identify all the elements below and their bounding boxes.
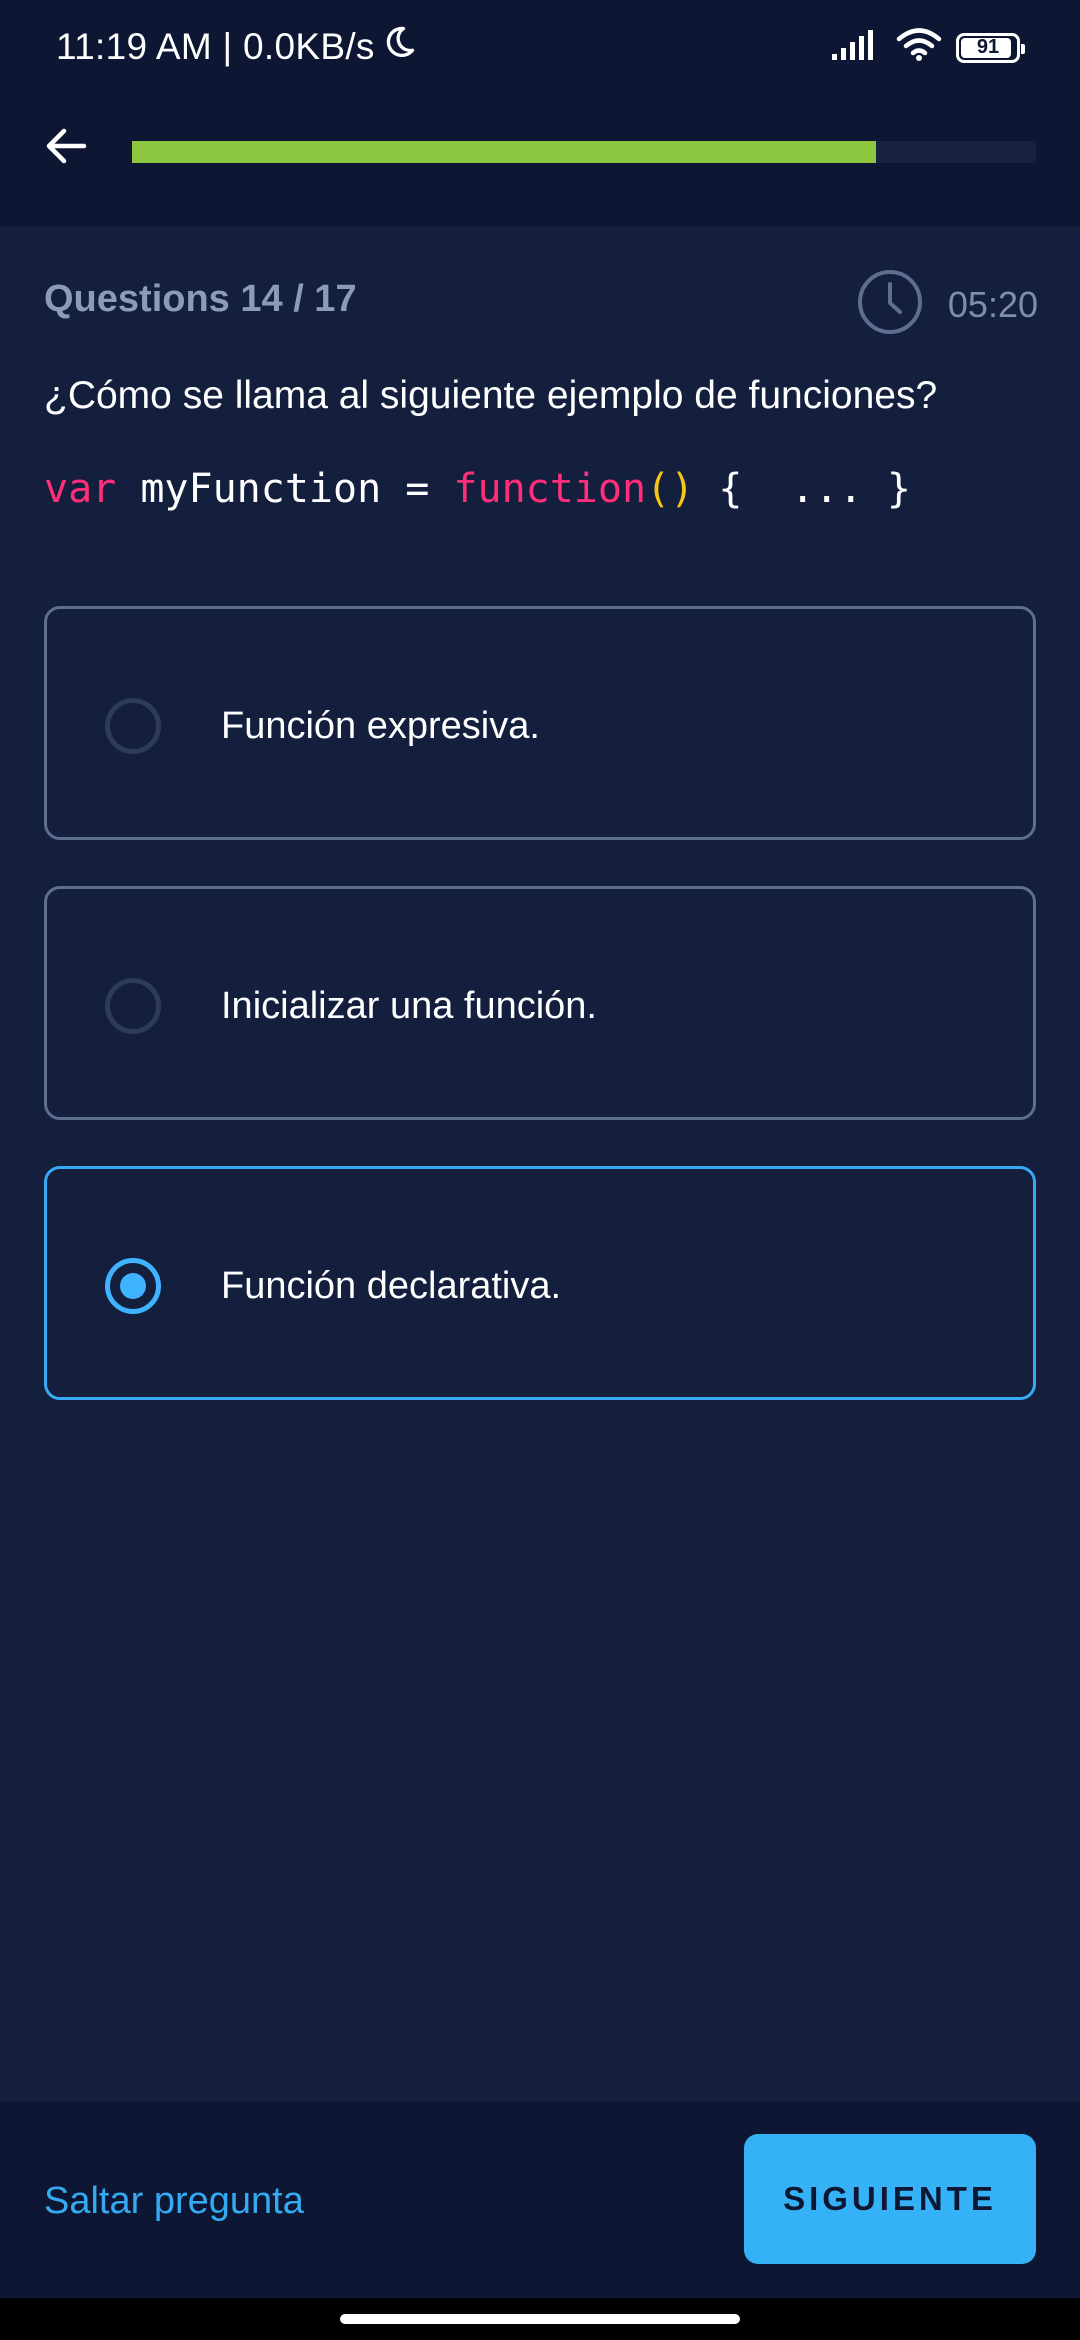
quiz-progress-fill	[132, 141, 877, 163]
back-arrow-icon	[42, 122, 90, 175]
answer-option-label: Función expresiva.	[221, 705, 540, 747]
question-counter: Questions 14 / 17	[44, 278, 357, 320]
status-time: 11:19 AM | 0.0KB/s	[56, 24, 417, 69]
answer-option-label: Función declarativa.	[221, 1265, 562, 1307]
battery-level: 91	[976, 36, 1000, 58]
status-time-text: 11:19 AM | 0.0KB/s	[56, 25, 375, 67]
timer-text: 05:20	[947, 283, 1038, 325]
wifi-icon	[896, 28, 942, 67]
bottom-bar: Saltar pregunta SIGUIENTE	[0, 2102, 1080, 2298]
clock-icon	[856, 268, 924, 341]
question-text: ¿Cómo se llama al siguiente ejemplo de f…	[44, 374, 938, 417]
moon-icon	[381, 24, 417, 69]
status-bar: 11:19 AM | 0.0KB/s 91	[0, 0, 1080, 100]
code-snippet: var myFunction = function() { ... }	[44, 466, 911, 512]
code-parens: ()	[646, 466, 695, 512]
code-keyword-function: function	[453, 466, 647, 512]
radio-selected-icon[interactable]	[105, 1258, 161, 1314]
skip-question-link[interactable]: Saltar pregunta	[44, 2180, 304, 2223]
top-area: 11:19 AM | 0.0KB/s 91	[0, 0, 1080, 226]
code-rest: { ... }	[694, 466, 911, 512]
answer-option-3[interactable]: Función declarativa.	[44, 1166, 1036, 1400]
status-icons: 91	[830, 28, 1025, 67]
quiz-progress-bar	[132, 141, 1036, 163]
answer-option-1[interactable]: Función expresiva.	[44, 606, 1036, 840]
battery-icon: 91	[956, 32, 1025, 63]
gesture-nav-bar	[0, 2298, 1080, 2340]
next-button[interactable]: SIGUIENTE	[744, 2134, 1036, 2264]
timer: 05:20	[856, 268, 1038, 341]
code-keyword-var: var	[44, 466, 117, 512]
radio-icon[interactable]	[105, 698, 161, 754]
code-identifier: myFunction =	[116, 466, 454, 512]
back-button[interactable]	[36, 118, 96, 178]
answer-option-2[interactable]: Inicializar una función.	[44, 886, 1036, 1120]
answer-option-label: Inicializar una función.	[221, 985, 597, 1027]
radio-dot	[120, 1273, 146, 1299]
home-indicator[interactable]	[340, 2314, 740, 2324]
radio-icon[interactable]	[105, 978, 161, 1034]
signal-icon	[830, 28, 882, 67]
